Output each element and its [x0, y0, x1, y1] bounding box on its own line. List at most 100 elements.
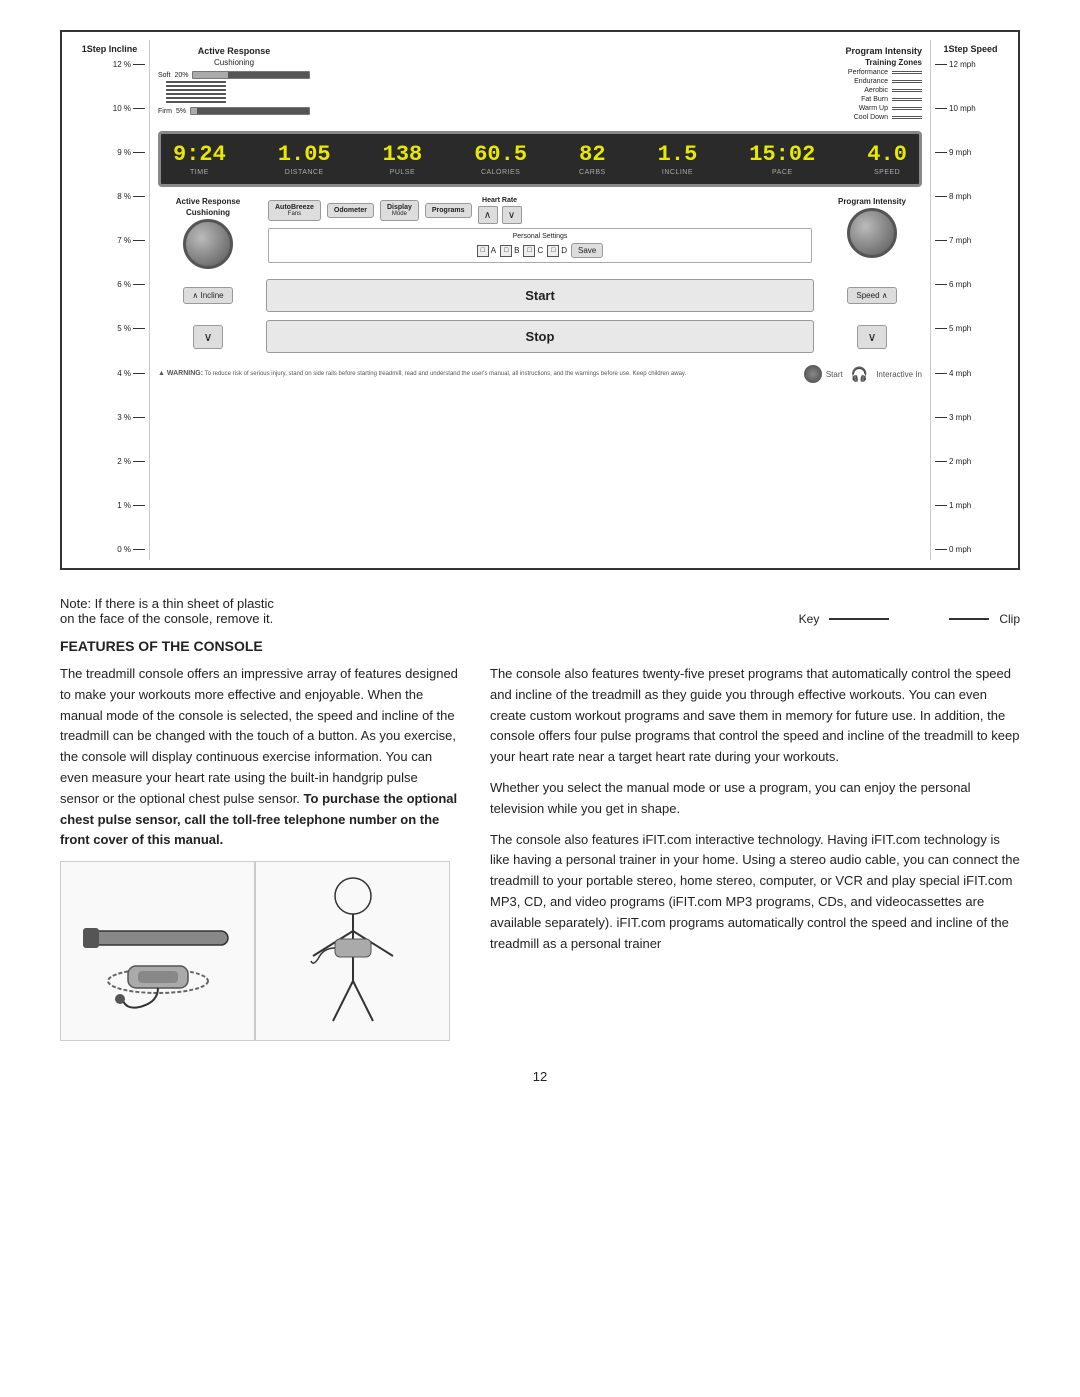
programs-button[interactable]: Programs — [425, 203, 472, 218]
zone-endurance: Endurance — [616, 78, 922, 85]
ps-button-d[interactable]: □ D — [547, 243, 567, 258]
bold-text: To purchase the optional chest pulse sen… — [60, 791, 457, 848]
display-mode-button[interactable]: Display Mode — [380, 200, 419, 221]
belt-sensor-svg — [68, 871, 248, 1031]
zone-fatburn-label: Fat Burn — [861, 96, 888, 103]
speed-column: 1Step Speed 12 mph 10 mph 9 mph 8 mph 7 … — [930, 40, 1010, 560]
display-distance-value: 1.05 — [278, 142, 331, 167]
arc-response-control: Active Response Cushioning — [158, 197, 258, 269]
note-line2: on the face of the console, remove it. — [60, 611, 739, 626]
heart-rate-up-button[interactable]: ∧ — [478, 206, 498, 224]
display-incline-label: INCLINE — [662, 169, 693, 176]
display-carbs-label: CARBS — [579, 169, 606, 176]
speed-control: Speed ∧ — [822, 287, 922, 304]
stop-button[interactable]: Stop — [266, 320, 814, 353]
person-sensor-image — [255, 861, 450, 1041]
display-time: 9:24 TIME — [173, 142, 226, 176]
buttons-row-1: AutoBreeze Fans Odometer Display Mode — [268, 197, 812, 224]
display-time-value: 9:24 — [173, 142, 226, 167]
display-speed-value: 4.0 — [867, 142, 907, 167]
incline-title: 1Step Incline — [82, 44, 138, 54]
controls-section: Active Response Cushioning AutoBreeze Fa… — [150, 191, 930, 275]
speed-down-control: ∨ — [822, 325, 922, 349]
incline-mark-8: 8 % — [74, 192, 145, 201]
autobreeze-button[interactable]: AutoBreeze Fans — [268, 200, 321, 221]
incline-down-button[interactable]: ∨ — [193, 325, 224, 349]
features-section: FEATURES OF THE CONSOLE The treadmill co… — [60, 630, 1020, 1049]
personal-settings: Personal Settings □ A □ B — [268, 228, 812, 263]
console-diagram: 1Step Incline 12 % 10 % 9 % 8 % 7 % 6 % … — [60, 30, 1020, 570]
incline-mark-9: 9 % — [74, 148, 145, 157]
speed-mark-0: 0 mph — [935, 545, 1006, 554]
incline-down-control: ∨ — [158, 325, 258, 349]
display-calories-value: 60.5 — [474, 142, 527, 167]
display-pulse: 138 PULSE — [383, 142, 423, 176]
display-incline-value: 1.5 — [658, 142, 698, 167]
incline-mark-1: 1 % — [74, 501, 145, 510]
incline-mark-5: 5 % — [74, 324, 145, 333]
zone-warmup-label: Warm Up — [859, 105, 888, 112]
clip-wire — [949, 618, 989, 620]
save-button[interactable]: Save — [571, 243, 603, 258]
cushioning-slider-row-firm: Firm 5% — [158, 107, 310, 115]
page: 1Step Incline 12 % 10 % 9 % 8 % 7 % 6 % … — [0, 0, 1080, 1397]
zone-cool-down: Cool Down — [616, 114, 922, 121]
incline-column: 1Step Incline 12 % 10 % 9 % 8 % 7 % 6 % … — [70, 40, 150, 560]
speed-mark-9: 9 mph — [935, 148, 1006, 157]
incline-mark-0: 0 % — [74, 545, 145, 554]
cushioning-slider-soft[interactable] — [192, 71, 310, 79]
zone-aerobic: Aerobic — [616, 87, 922, 94]
top-section: Active Response Cushioning Soft 20% — [150, 40, 930, 127]
display-pace: 15:02 PACE — [749, 142, 815, 176]
incline-mark-4: 4 % — [74, 369, 145, 378]
odometer-button[interactable]: Odometer — [327, 203, 374, 218]
incline-mark-6: 6 % — [74, 280, 145, 289]
cushioning-soft-pct: 20% — [174, 72, 188, 79]
speed-down-button[interactable]: ∨ — [857, 325, 888, 349]
cushioning-subtitle: Cushioning — [158, 58, 310, 67]
start-button[interactable]: Start — [266, 279, 814, 312]
ps-button-a[interactable]: □ A — [477, 243, 496, 258]
belt-sensor-image — [60, 861, 255, 1041]
zone-performance-label: Performance — [848, 69, 888, 76]
buttons-grid: AutoBreeze Fans Odometer Display Mode — [268, 197, 812, 263]
incline-up-button[interactable]: ∧ Incline — [183, 287, 232, 304]
program-intensity-title: Program Intensity — [616, 46, 922, 56]
incline-mark-7: 7 % — [74, 236, 145, 245]
training-zones-title: Training Zones — [616, 58, 922, 67]
cushioning-dial[interactable] — [183, 219, 233, 269]
display-pulse-label: PULSE — [390, 169, 415, 176]
display-time-label: TIME — [190, 169, 209, 176]
zone-endurance-label: Endurance — [854, 78, 888, 85]
right-para-2: Whether you select the manual mode or us… — [490, 778, 1020, 820]
center-panel: Active Response Cushioning Soft 20% — [150, 40, 930, 560]
right-column: The console also features twenty-five pr… — [490, 664, 1020, 1041]
display-calories-label: CALORIES — [481, 169, 520, 176]
note-row: Note: If there is a thin sheet of plasti… — [60, 588, 1020, 630]
ps-button-c[interactable]: □ C — [523, 243, 543, 258]
speed-mark-5: 5 mph — [935, 324, 1006, 333]
program-intensity-dial[interactable] — [847, 208, 897, 258]
display-carbs-value: 82 — [579, 142, 605, 167]
cushioning-soft-label: Soft — [158, 72, 170, 79]
display-pulse-value: 138 — [383, 142, 423, 167]
program-intensity-dial-area: Program Intensity — [822, 197, 922, 258]
arc-response-subtitle: Cushioning — [186, 208, 230, 217]
headphone-icon: 🎧 — [851, 366, 868, 383]
display-calories: 60.5 CALORIES — [474, 142, 527, 176]
ps-button-b[interactable]: □ B — [500, 243, 519, 258]
incline-step-label: 1Step Incline — [82, 44, 138, 54]
cushioning-slider-firm[interactable] — [190, 107, 310, 115]
heart-rate-down-button[interactable]: ∨ — [502, 206, 522, 224]
key-wire — [829, 618, 889, 620]
key-area: Key — [799, 612, 890, 626]
speed-mark-4: 4 mph — [935, 369, 1006, 378]
warning-row: ▲ WARNING: To reduce risk of serious inj… — [150, 357, 930, 391]
zone-fat-burn: Fat Burn — [616, 96, 922, 103]
speed-up-button[interactable]: Speed ∧ — [847, 287, 896, 304]
clip-label: Clip — [999, 612, 1020, 626]
two-column-layout: The treadmill console offers an impressi… — [60, 664, 1020, 1041]
clip-area: Clip — [949, 612, 1020, 626]
key-label: Key — [799, 612, 820, 626]
accessories-row: Start 🎧 Interactive In — [804, 361, 922, 387]
